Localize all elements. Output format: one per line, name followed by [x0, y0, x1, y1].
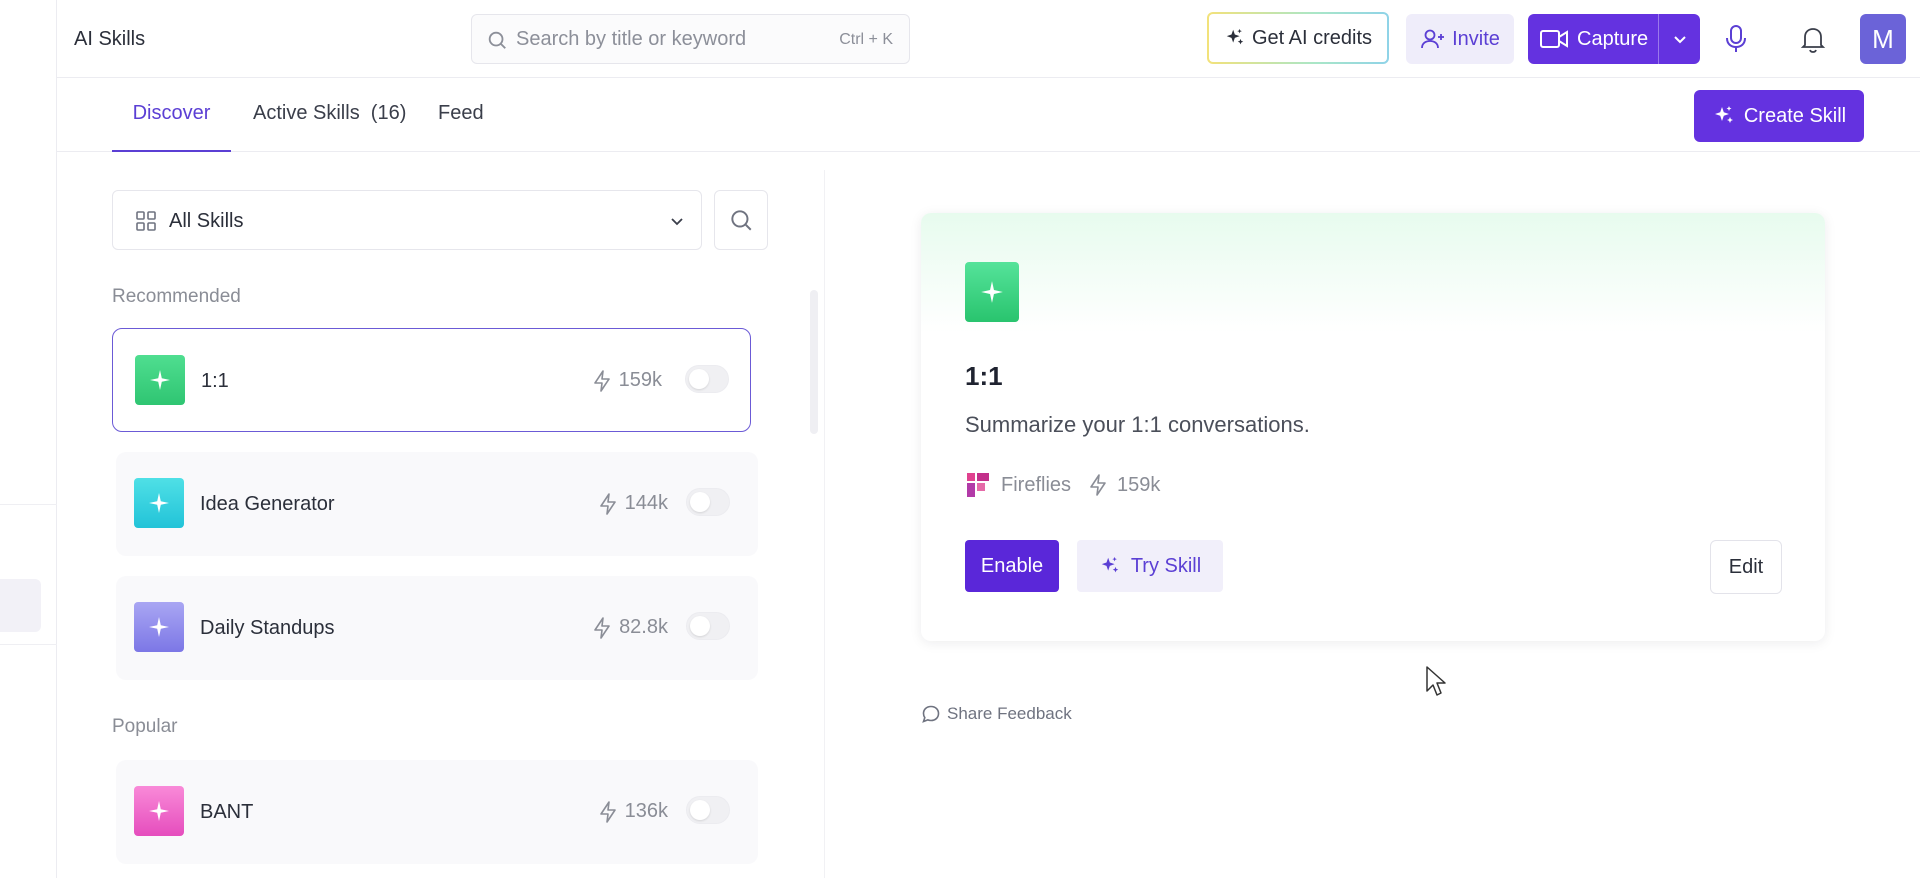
fireflies-logo-icon — [965, 471, 991, 499]
detail-description: Summarize your 1:1 conversations. — [965, 412, 1310, 437]
search-icon — [486, 29, 508, 51]
chat-bubble-icon — [921, 704, 941, 724]
toggle-knob — [690, 800, 710, 820]
top-header: AI Skills Ctrl + K Get AI credits Invite… — [57, 0, 1920, 78]
tab-discover[interactable]: Discover — [112, 102, 231, 152]
skill-card-idea-generator[interactable]: Idea Generator 144k — [116, 452, 758, 556]
skill-sparkle-icon — [135, 355, 185, 405]
skill-usage-count: 144k — [599, 492, 668, 515]
microphone-button[interactable] — [1723, 24, 1749, 54]
skill-card-daily-standups[interactable]: Daily Standups 82.8k — [116, 576, 758, 680]
bolt-icon — [593, 369, 611, 392]
share-feedback-label: Share Feedback — [947, 704, 1072, 723]
skill-count-value: 159k — [618, 369, 662, 391]
skill-sparkle-icon — [134, 786, 184, 836]
capture-label: Capture — [1577, 27, 1649, 50]
enable-button[interactable]: Enable — [965, 540, 1059, 592]
detail-author: Fireflies — [1001, 473, 1072, 496]
detail-title: 1:1 — [965, 361, 1003, 391]
skill-name: 1:1 — [201, 370, 229, 392]
skill-enable-toggle[interactable] — [685, 365, 729, 393]
skill-count-value: 82.8k — [619, 616, 668, 638]
global-search[interactable]: Ctrl + K — [471, 14, 910, 64]
toggle-knob — [690, 616, 710, 636]
get-ai-credits-button[interactable]: Get AI credits — [1207, 12, 1389, 64]
tab-feed[interactable]: Feed — [438, 102, 484, 152]
skill-name: BANT — [200, 801, 254, 823]
bolt-icon — [1089, 474, 1107, 496]
skill-sparkle-icon — [965, 262, 1019, 322]
skill-sparkle-icon — [134, 478, 184, 528]
bolt-icon — [599, 800, 617, 823]
edit-button[interactable]: Edit — [1710, 540, 1782, 594]
skill-detail-card: 1:1 Summarize your 1:1 conversations. Fi… — [921, 213, 1825, 641]
bolt-icon — [599, 492, 617, 515]
capture-button[interactable]: Capture — [1528, 14, 1658, 64]
skill-sparkle-icon — [134, 602, 184, 652]
toggle-knob — [690, 492, 710, 512]
skill-enable-toggle[interactable] — [686, 796, 730, 824]
search-shortcut: Ctrl + K — [839, 31, 893, 48]
user-plus-icon — [1420, 27, 1446, 51]
mic-icon — [1723, 24, 1749, 54]
page-title: AI Skills — [74, 28, 146, 50]
sparkle-icon — [1712, 104, 1736, 128]
rail-divider — [0, 644, 57, 645]
toggle-knob — [689, 369, 709, 389]
section-title-recommended: Recommended — [112, 286, 241, 307]
skill-card-bant[interactable]: BANT 136k — [116, 760, 758, 864]
bell-icon — [1800, 24, 1826, 54]
chevron-down-icon — [669, 213, 685, 229]
skill-count-value: 136k — [624, 800, 668, 822]
try-skill-label: Try Skill — [1130, 554, 1202, 577]
rail-divider — [0, 504, 57, 505]
share-feedback-link[interactable]: Share Feedback — [921, 704, 1072, 724]
skills-filter-select[interactable]: All Skills — [112, 190, 702, 250]
invite-label: Invite — [1452, 27, 1500, 50]
bolt-icon — [593, 616, 611, 639]
capture-button-group: Capture — [1528, 14, 1700, 64]
mouse-cursor-icon — [1425, 665, 1449, 699]
create-skill-button[interactable]: Create Skill — [1694, 90, 1864, 142]
notifications-button[interactable] — [1800, 24, 1826, 54]
chevron-down-icon — [1672, 31, 1688, 47]
section-title-popular: Popular — [112, 716, 178, 737]
tab-active-skills[interactable]: Active Skills (16) — [253, 102, 406, 152]
panel-divider — [824, 170, 825, 878]
filter-selected-value: All Skills — [169, 210, 244, 232]
search-input[interactable] — [516, 15, 816, 63]
get-ai-credits-label: Get AI credits — [1251, 26, 1373, 49]
skill-usage-count: 159k — [593, 369, 662, 392]
invite-button[interactable]: Invite — [1406, 14, 1514, 64]
skill-usage-count: 82.8k — [593, 616, 668, 639]
sparkle-icon — [1224, 27, 1246, 49]
skill-name: Idea Generator — [200, 493, 335, 515]
skills-list-scrollbar[interactable] — [810, 290, 818, 434]
create-skill-label: Create Skill — [1743, 104, 1847, 127]
detail-count: 159k — [1117, 473, 1161, 496]
avatar[interactable]: M — [1860, 14, 1906, 64]
skill-usage-count: 136k — [599, 800, 668, 823]
skills-search-button[interactable] — [714, 190, 768, 250]
detail-meta: Fireflies 159k — [965, 471, 1160, 499]
tabs-bar: Discover Active Skills (16) Feed Create … — [57, 78, 1920, 152]
left-sidebar-rail — [0, 0, 57, 878]
video-icon — [1539, 28, 1569, 50]
detail-banner — [921, 213, 1825, 333]
grid-icon — [135, 210, 157, 232]
skill-card-1-1[interactable]: 1:1 159k — [112, 328, 751, 432]
try-skill-button[interactable]: Try Skill — [1077, 540, 1223, 592]
rail-selected-item[interactable] — [0, 579, 41, 632]
sparkle-icon — [1099, 555, 1121, 577]
skill-enable-toggle[interactable] — [686, 612, 730, 640]
skill-count-value: 144k — [624, 492, 668, 514]
skill-name: Daily Standups — [200, 617, 335, 639]
capture-dropdown-toggle[interactable] — [1659, 14, 1700, 64]
search-icon — [728, 207, 754, 233]
skill-enable-toggle[interactable] — [686, 488, 730, 516]
